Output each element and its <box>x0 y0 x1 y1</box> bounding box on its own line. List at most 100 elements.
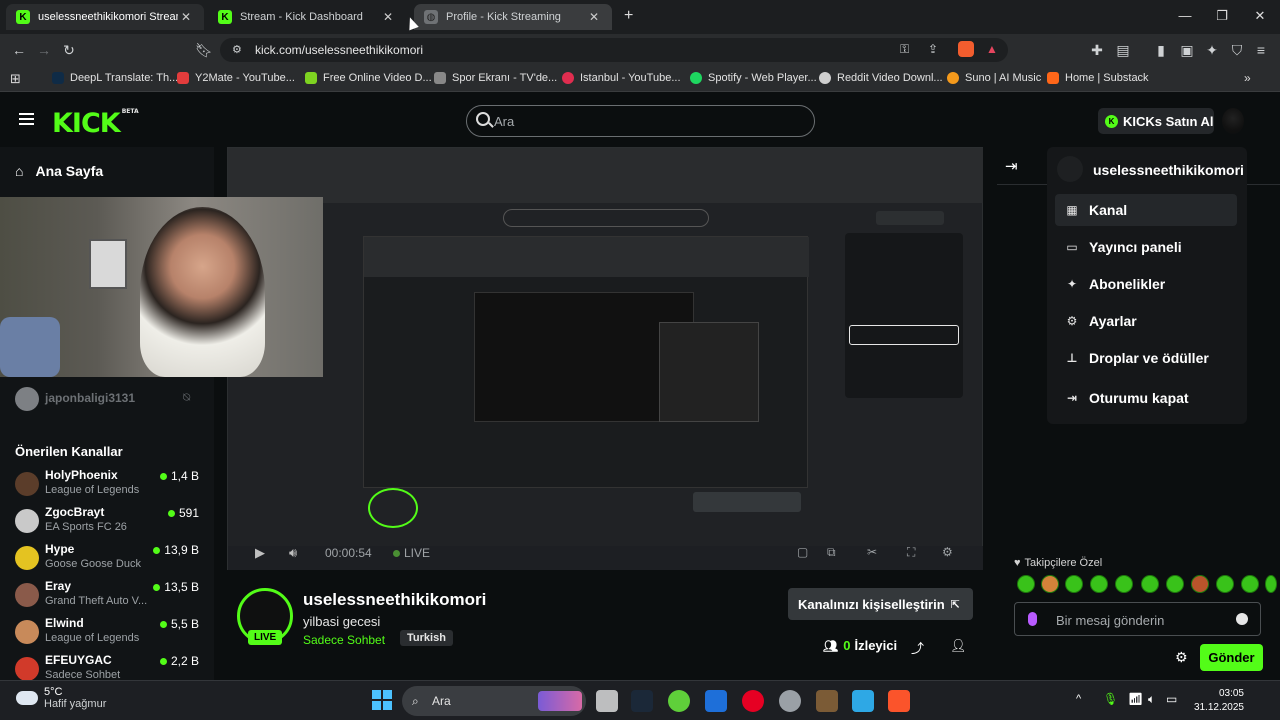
emoji-picker-icon[interactable] <box>1236 613 1248 625</box>
new-tab-icon[interactable]: + <box>624 7 633 25</box>
emote-icon[interactable] <box>1115 575 1133 593</box>
tab-profile[interactable]: ◍ Profile - Kick Streaming ✕ <box>414 4 612 30</box>
emote-icon[interactable] <box>1265 575 1277 593</box>
sidebar-item-elwind[interactable]: Elwind League of Legends 5,5 B <box>15 616 205 650</box>
reader-icon[interactable]: ▤ <box>1114 41 1132 59</box>
speaker-icon[interactable]: 🔈︎ <box>1148 692 1155 707</box>
key-icon[interactable]: ⚿ <box>900 42 909 57</box>
close-tab-icon[interactable]: ✕ <box>178 10 194 24</box>
theater-mode-icon[interactable]: ▢ <box>797 545 808 559</box>
address-bar[interactable]: ⚙︎ kick.com/uselessneethikikomori ⚿ ⇪ ▲ <box>220 38 1008 62</box>
notepad-icon[interactable] <box>852 690 874 712</box>
microphone-icon[interactable] <box>1028 612 1037 626</box>
emote-icon[interactable] <box>1041 575 1059 593</box>
menu-item-subscriptions[interactable]: ✦ Abonelikler <box>1055 268 1237 300</box>
menu-icon[interactable]: ≡ <box>1252 41 1270 59</box>
battery-icon[interactable]: ▭ <box>1166 692 1177 706</box>
language-tag[interactable]: Turkish <box>400 630 453 646</box>
emote-icon[interactable] <box>1166 575 1184 593</box>
outlook-icon[interactable] <box>705 690 727 712</box>
emote-icon[interactable] <box>1241 575 1259 593</box>
play-icon[interactable]: ▶ <box>255 545 265 561</box>
bookmark-substack[interactable]: Home | Substack <box>1047 72 1149 84</box>
hamburger-menu-icon[interactable] <box>19 113 34 125</box>
share-icon[interactable]: ⇪ <box>928 42 938 56</box>
steam-icon[interactable] <box>631 690 653 712</box>
pinterest-icon[interactable] <box>742 690 764 712</box>
brave-rewards-icon[interactable]: ▲ <box>986 42 998 56</box>
emote-icon[interactable] <box>1216 575 1234 593</box>
sidebar-toggle-icon[interactable]: ▮ <box>1152 41 1170 59</box>
windows-start-icon[interactable] <box>372 690 392 710</box>
brave-browser-icon[interactable] <box>888 690 910 712</box>
taskbar-search[interactable]: ⌕ Ara <box>402 686 586 716</box>
collapse-chat-icon[interactable]: ⇥ <box>1005 157 1018 175</box>
obs-icon[interactable] <box>779 690 801 712</box>
apps-grid-icon[interactable]: ⊞ <box>10 71 21 87</box>
close-window-icon[interactable]: ✕ <box>1240 8 1280 24</box>
customize-channel-button[interactable]: Kanalınızı kişiselleştirin ⇱ <box>788 588 973 620</box>
menu-item-channel[interactable]: ▦ Kanal <box>1055 194 1237 226</box>
follow-user-icon[interactable]: 👤︎ <box>950 638 967 654</box>
emote-icon[interactable] <box>1065 575 1083 593</box>
menu-item-logout[interactable]: ⇥ Oturumu kapat <box>1055 382 1237 414</box>
task-view-icon[interactable] <box>596 690 618 712</box>
maximize-icon[interactable]: ❐ <box>1202 8 1242 24</box>
menu-item-drops[interactable]: ⊥ Droplar ve ödüller <box>1055 342 1237 374</box>
sidebar-item-holyphoenix[interactable]: HolyPhoenix League of Legends 1,4 B <box>15 468 205 502</box>
emote-icon[interactable] <box>1017 575 1035 593</box>
bookmark-spor-ekrani[interactable]: Spor Ekranı - TV'de... <box>434 72 557 84</box>
chat-settings-icon[interactable]: ⚙ <box>1175 649 1188 666</box>
taskbar-clock[interactable]: 03:05 31.12.2025 <box>1186 687 1244 715</box>
channel-name[interactable]: uselessneethikikomori <box>303 590 486 610</box>
wallet-icon[interactable]: ▣ <box>1178 41 1196 59</box>
tab-stream[interactable]: K uselessneethikikomori Stream ✕ <box>6 4 204 30</box>
emote-icon[interactable] <box>1191 575 1209 593</box>
followed-channel[interactable]: japonbaligi3131 ⍉ <box>15 387 205 411</box>
back-icon[interactable]: ← <box>10 41 28 59</box>
bookmark-video-download[interactable]: Free Online Video D... <box>305 72 432 84</box>
emote-icon[interactable] <box>1141 575 1159 593</box>
pip-icon[interactable]: ⧉ <box>827 545 836 560</box>
share-icon[interactable]: ⤴ <box>911 638 924 657</box>
sidebar-item-zgocbrayt[interactable]: ZgocBrayt EA Sports FC 26 591 <box>15 505 205 539</box>
messenger-app-icon[interactable] <box>668 690 690 712</box>
close-tab-icon[interactable]: ✕ <box>380 10 396 24</box>
clip-icon[interactable]: ✂ <box>867 545 877 559</box>
video-player[interactable]: ▶ 🔊︎ 00:00:54 LIVE ▢ ⧉ ✂ ⛶ ⚙ <box>227 147 983 570</box>
kick-logo[interactable]: KICK BETA <box>52 108 139 139</box>
bookmark-icon[interactable]: 🔖︎ <box>195 41 213 59</box>
send-button[interactable]: Gönder <box>1200 644 1263 671</box>
more-bookmarks-icon[interactable]: » <box>1244 71 1251 85</box>
user-avatar[interactable] <box>1222 108 1244 134</box>
volume-icon[interactable]: 🔊︎ <box>289 545 297 561</box>
reload-icon[interactable]: ↻ <box>60 41 78 59</box>
forward-icon[interactable]: → <box>35 41 53 59</box>
fullscreen-icon[interactable]: ⛶ <box>907 545 915 560</box>
sidebar-item-hype[interactable]: Hype Goose Goose Duck 13,9 B <box>15 542 205 576</box>
site-settings-icon[interactable]: ⚙︎ <box>232 43 242 56</box>
bookmark-reddit-download[interactable]: Reddit Video Downl... <box>819 72 943 84</box>
buy-kicks-button[interactable]: K KICKs Satın Al <box>1098 108 1214 134</box>
bookmark-deepl[interactable]: DeepL Translate: Th... <box>52 72 178 84</box>
bookmark-spotify[interactable]: Spotify - Web Player... <box>690 72 817 84</box>
emote-icon[interactable] <box>1090 575 1108 593</box>
settings-icon[interactable]: ⚙ <box>942 545 953 559</box>
wifi-icon[interactable]: 📶︎ <box>1128 692 1143 706</box>
tray-overflow-icon[interactable]: ^ <box>1076 693 1081 705</box>
weather-widget[interactable]: 5°C Hafif yağmur <box>16 686 106 710</box>
bookmark-y2mate[interactable]: Y2Mate - YouTube... <box>177 72 295 84</box>
sidebar-item-home[interactable]: ⌂ Ana Sayfa <box>15 163 103 179</box>
chat-message-input[interactable]: Bir mesaj gönderin <box>1014 602 1261 636</box>
vpn-icon[interactable]: ⛉ <box>1228 41 1246 59</box>
leo-ai-icon[interactable]: ✦ <box>1203 41 1221 59</box>
brave-shield-icon[interactable] <box>958 41 974 57</box>
minimize-icon[interactable]: — <box>1165 8 1205 23</box>
menu-item-settings[interactable]: ⚙ Ayarlar <box>1055 305 1237 337</box>
tab-dashboard[interactable]: K Stream - Kick Dashboard ✕ <box>208 4 406 30</box>
minecraft-icon[interactable] <box>816 690 838 712</box>
microphone-tray-icon[interactable]: 🎙︎ <box>1103 692 1118 706</box>
menu-item-dashboard[interactable]: ▭ Yayıncı paneli <box>1055 231 1237 263</box>
sidebar-item-eray[interactable]: Eray Grand Theft Auto V... 13,5 B <box>15 579 205 613</box>
extensions-icon[interactable]: ✚ <box>1088 41 1106 59</box>
